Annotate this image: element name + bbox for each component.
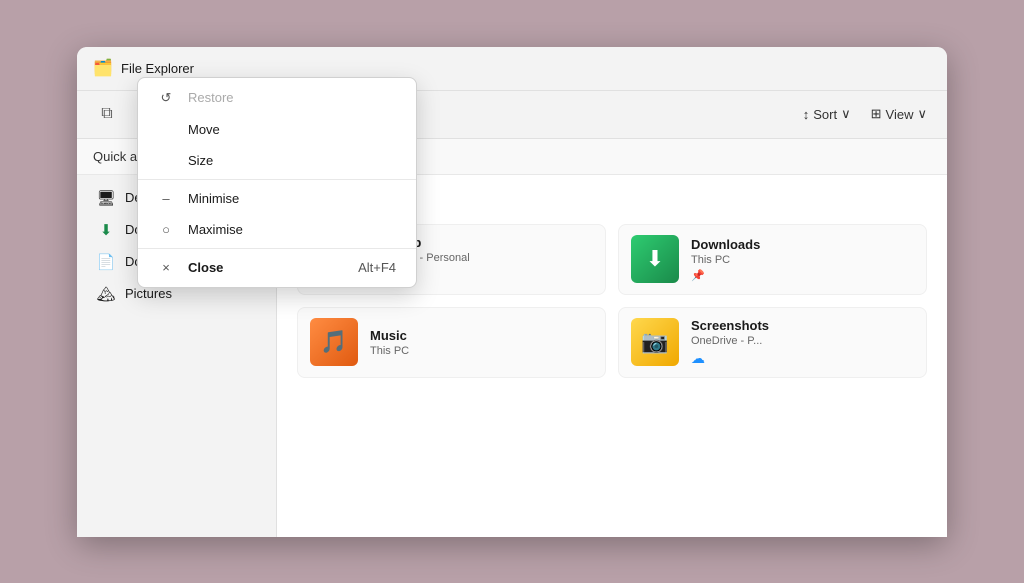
documents-sidebar-icon: 📄 [97,253,115,271]
folder-item-screenshots[interactable]: 📷 Screenshots OneDrive - P... ☁ [618,307,927,378]
close-icon: × [158,260,174,275]
view-grid-icon: ⊞ [871,106,882,122]
menu-item-move[interactable]: Move [138,114,416,145]
window-title: File Explorer [121,61,194,76]
menu-item-size-label: Size [188,153,396,168]
desktop-sidebar-icon: 🖥 [97,189,115,207]
app-icon: 🗂️ [93,58,113,78]
sort-button[interactable]: ↕ Sort ∨ [795,102,859,126]
minimise-icon: – [158,191,174,206]
menu-item-minimise[interactable]: – Minimise [138,183,416,214]
folder-sub-screenshots: OneDrive - P... [691,335,769,347]
folder-thumb-music: 🎵 [310,318,358,366]
folder-meta-screenshots: ☁ [691,350,769,367]
folder-thumb-screenshots: 📷 [631,318,679,366]
folder-name-downloads: Downloads [691,237,760,252]
menu-item-maximise[interactable]: ○ Maximise [138,214,416,245]
folder-meta-downloads: 📌 [691,269,760,282]
view-label: View [886,107,914,122]
menu-item-close-shortcut: Alt+F4 [358,260,396,275]
onedrive-icon-screenshots: ☁ [691,350,705,367]
downloads-folder-icon: ⬇ [646,246,664,272]
pin-meta-downloads: 📌 [691,269,705,282]
folder-sub-downloads: This PC [691,254,760,266]
menu-item-size[interactable]: Size [138,145,416,176]
menu-divider-2 [138,248,416,249]
folder-item-downloads[interactable]: ⬇ Downloads This PC 📌 [618,224,927,295]
menu-divider-1 [138,179,416,180]
menu-item-restore-label: Restore [188,90,396,105]
folder-name-screenshots: Screenshots [691,318,769,333]
sort-icon: ↕ [803,107,810,122]
view-button[interactable]: ⊞ View ∨ [863,102,935,126]
menu-item-minimise-label: Minimise [188,191,396,206]
sort-label: Sort [813,107,837,122]
menu-item-close-label: Close [188,260,344,275]
menu-item-close[interactable]: × Close Alt+F4 [138,252,416,283]
copy-icon: ⧉ [101,105,112,123]
screenshots-folder-icon: 📷 [641,329,668,355]
menu-item-restore[interactable]: ↺ Restore [138,82,416,114]
folder-sub-music: This PC [370,345,409,357]
music-folder-icon: 🎵 [320,329,347,355]
folder-name-music: Music [370,328,409,343]
file-explorer-window: 🗂️ File Explorer ↺ Restore Move Size – M… [77,47,947,537]
view-chevron-icon: ∨ [917,106,927,122]
folder-item-music[interactable]: 🎵 Music This PC [297,307,606,378]
folder-info-downloads: Downloads This PC 📌 [691,237,760,282]
menu-item-move-label: Move [188,122,396,137]
restore-icon: ↺ [158,90,174,106]
downloads-sidebar-icon: ⬇ [97,221,115,239]
context-menu: ↺ Restore Move Size – Minimise ○ Maximis… [137,77,417,288]
folder-info-music: Music This PC [370,328,409,357]
folder-thumb-downloads: ⬇ [631,235,679,283]
maximise-icon: ○ [158,222,174,237]
folder-info-screenshots: Screenshots OneDrive - P... ☁ [691,318,769,367]
sort-chevron-icon: ∨ [841,106,851,122]
menu-item-maximise-label: Maximise [188,222,396,237]
copy-button[interactable]: ⧉ [89,96,125,132]
pictures-sidebar-icon: 🏔 [97,285,115,303]
